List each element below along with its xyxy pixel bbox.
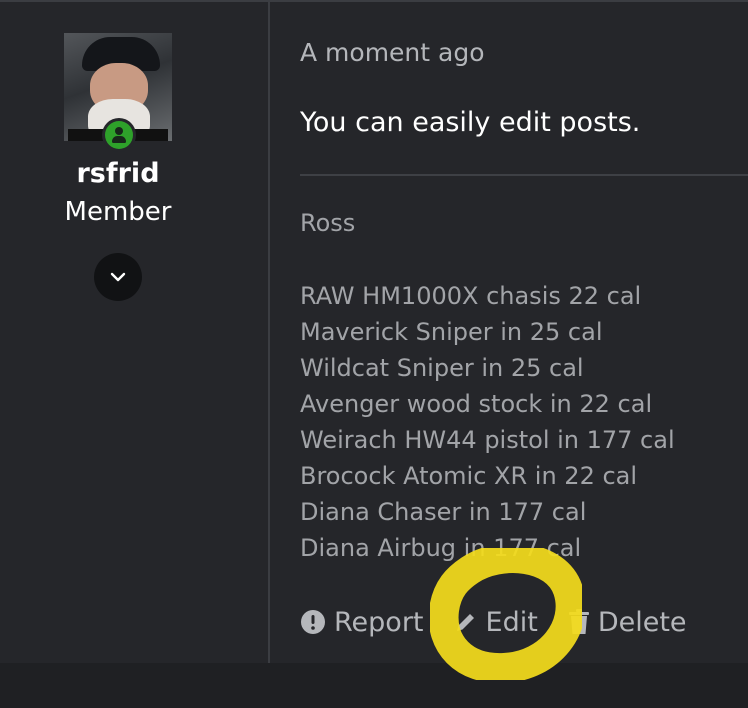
signature-divider (300, 174, 748, 176)
post-timestamp[interactable]: A moment ago (300, 38, 485, 67)
forum-post: rsfrid Member A moment ago You can easil… (0, 0, 748, 663)
edit-button[interactable]: Edit (454, 607, 538, 638)
signature-line: Maverick Sniper in 25 cal (300, 318, 603, 346)
edit-label: Edit (485, 606, 538, 638)
trash-icon (568, 609, 590, 635)
alert-circle-icon (300, 609, 326, 635)
signature-name: Ross (300, 209, 356, 237)
signature-list: RAW HM1000X chasis 22 cal Maverick Snipe… (300, 280, 675, 568)
author-username[interactable]: rsfrid (0, 158, 236, 189)
chevron-down-icon (110, 272, 126, 282)
delete-label: Delete (597, 606, 687, 638)
pencil-icon (454, 610, 478, 634)
signature-line: Weirach HW44 pistol in 177 cal (300, 426, 675, 454)
signature-line: RAW HM1000X chasis 22 cal (300, 282, 642, 310)
post-author-panel: rsfrid Member (0, 2, 270, 663)
report-button[interactable]: Report (300, 607, 424, 638)
signature-line: Wildcat Sniper in 25 cal (300, 354, 584, 382)
signature-line: Avenger wood stock in 22 cal (300, 390, 653, 418)
author-role: Member (64, 197, 172, 227)
online-status-icon (102, 118, 136, 152)
signature-line: Diana Airbug in 177 cal (300, 534, 582, 562)
author-expand-button[interactable] (94, 253, 142, 301)
post-actions: Report Edit Delete (300, 602, 717, 642)
post-body-text: You can easily edit posts. (300, 107, 641, 138)
delete-button[interactable]: Delete (568, 607, 687, 638)
signature-line: Diana Chaser in 177 cal (300, 498, 587, 526)
signature-line: Brocock Atomic XR in 22 cal (300, 462, 638, 490)
report-label: Report (334, 606, 424, 638)
